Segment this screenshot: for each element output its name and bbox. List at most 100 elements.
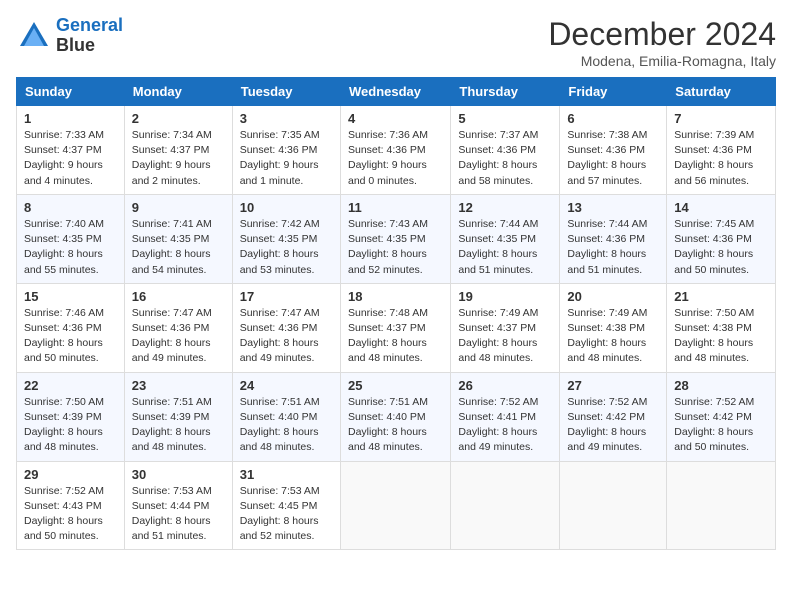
day-header-monday: Monday (124, 78, 232, 106)
day-info: Sunrise: 7:37 AM Sunset: 4:36 PM Dayligh… (458, 128, 552, 189)
day-header-thursday: Thursday (451, 78, 560, 106)
calendar-cell: 17 Sunrise: 7:47 AM Sunset: 4:36 PM Dayli… (232, 283, 340, 372)
calendar-cell: 2Sunrise: 7:34 AM Sunset: 4:37 PM Daylig… (124, 106, 232, 195)
day-number: 18 (348, 289, 443, 304)
day-number: 29 (24, 467, 117, 482)
day-header-saturday: Saturday (667, 78, 776, 106)
day-number: 6 (567, 111, 659, 126)
logo-icon (16, 18, 52, 54)
day-number: 22 (24, 378, 117, 393)
day-number: 11 (348, 200, 443, 215)
calendar-cell: 31Sunrise: 7:53 AM Sunset: 4:45 PM Dayli… (232, 461, 340, 550)
day-info: Sunrise: 7:33 AM Sunset: 4:37 PM Dayligh… (24, 128, 117, 189)
day-info: Sunrise: 7:51 AM Sunset: 4:40 PM Dayligh… (348, 395, 443, 456)
day-number: 3 (240, 111, 333, 126)
day-number: 8 (24, 200, 117, 215)
day-info: Sunrise: 7:43 AM Sunset: 4:35 PM Dayligh… (348, 217, 443, 278)
day-info: Sunrise: 7:38 AM Sunset: 4:36 PM Dayligh… (567, 128, 659, 189)
day-info: Sunrise: 7:51 AM Sunset: 4:40 PM Dayligh… (240, 395, 333, 456)
calendar-cell: 1 Sunrise: 7:33 AM Sunset: 4:37 PM Daylig… (17, 106, 125, 195)
day-number: 14 (674, 200, 768, 215)
day-number: 20 (567, 289, 659, 304)
day-number: 4 (348, 111, 443, 126)
calendar-cell: 20 Sunrise: 7:49 AM Sunset: 4:38 PM Dayli… (560, 283, 667, 372)
day-info: Sunrise: 7:47 AM Sunset: 4:36 PM Dayligh… (240, 306, 333, 367)
calendar-cell: 15 Sunrise: 7:46 AM Sunset: 4:36 PM Dayli… (17, 283, 125, 372)
day-info: Sunrise: 7:52 AM Sunset: 4:42 PM Dayligh… (674, 395, 768, 456)
day-info: Sunrise: 7:50 AM Sunset: 4:38 PM Dayligh… (674, 306, 768, 367)
day-number: 24 (240, 378, 333, 393)
calendar-cell: 11 Sunrise: 7:43 AM Sunset: 4:35 PM Dayli… (340, 194, 450, 283)
calendar-cell: 4 Sunrise: 7:36 AM Sunset: 4:36 PM Daylig… (340, 106, 450, 195)
day-info: Sunrise: 7:44 AM Sunset: 4:36 PM Dayligh… (567, 217, 659, 278)
calendar-week-row: 22 Sunrise: 7:50 AM Sunset: 4:39 PM Dayli… (17, 372, 776, 461)
day-number: 12 (458, 200, 552, 215)
day-number: 26 (458, 378, 552, 393)
day-info: Sunrise: 7:35 AM Sunset: 4:36 PM Dayligh… (240, 128, 333, 189)
calendar-header-row: SundayMondayTuesdayWednesdayThursdayFrid… (17, 78, 776, 106)
day-number: 10 (240, 200, 333, 215)
day-info: Sunrise: 7:40 AM Sunset: 4:35 PM Dayligh… (24, 217, 117, 278)
calendar-cell: 24 Sunrise: 7:51 AM Sunset: 4:40 PM Dayli… (232, 372, 340, 461)
calendar-cell: 22 Sunrise: 7:50 AM Sunset: 4:39 PM Dayli… (17, 372, 125, 461)
calendar-cell: 13 Sunrise: 7:44 AM Sunset: 4:36 PM Dayli… (560, 194, 667, 283)
calendar-cell: 28Sunrise: 7:52 AM Sunset: 4:42 PM Dayli… (667, 372, 776, 461)
day-info: Sunrise: 7:42 AM Sunset: 4:35 PM Dayligh… (240, 217, 333, 278)
day-info: Sunrise: 7:47 AM Sunset: 4:36 PM Dayligh… (132, 306, 225, 367)
calendar-cell: 5 Sunrise: 7:37 AM Sunset: 4:36 PM Daylig… (451, 106, 560, 195)
calendar-cell (451, 461, 560, 550)
day-info: Sunrise: 7:53 AM Sunset: 4:45 PM Dayligh… (240, 484, 333, 545)
day-number: 23 (132, 378, 225, 393)
calendar-cell: 25Sunrise: 7:51 AM Sunset: 4:40 PM Dayli… (340, 372, 450, 461)
logo: General Blue (16, 16, 123, 56)
calendar-cell: 10 Sunrise: 7:42 AM Sunset: 4:35 PM Dayli… (232, 194, 340, 283)
day-info: Sunrise: 7:41 AM Sunset: 4:35 PM Dayligh… (132, 217, 225, 278)
day-number: 21 (674, 289, 768, 304)
calendar-cell: 21 Sunrise: 7:50 AM Sunset: 4:38 PM Dayli… (667, 283, 776, 372)
calendar-week-row: 29Sunrise: 7:52 AM Sunset: 4:43 PM Dayli… (17, 461, 776, 550)
day-number: 17 (240, 289, 333, 304)
calendar-cell (560, 461, 667, 550)
day-info: Sunrise: 7:36 AM Sunset: 4:36 PM Dayligh… (348, 128, 443, 189)
day-info: Sunrise: 7:51 AM Sunset: 4:39 PM Dayligh… (132, 395, 225, 456)
day-info: Sunrise: 7:50 AM Sunset: 4:39 PM Dayligh… (24, 395, 117, 456)
day-info: Sunrise: 7:44 AM Sunset: 4:35 PM Dayligh… (458, 217, 552, 278)
day-number: 5 (458, 111, 552, 126)
day-number: 15 (24, 289, 117, 304)
day-header-friday: Friday (560, 78, 667, 106)
calendar-cell: 27 Sunrise: 7:52 AM Sunset: 4:42 PM Dayli… (560, 372, 667, 461)
day-number: 30 (132, 467, 225, 482)
calendar-cell: 18Sunrise: 7:48 AM Sunset: 4:37 PM Dayli… (340, 283, 450, 372)
calendar-week-row: 15 Sunrise: 7:46 AM Sunset: 4:36 PM Dayli… (17, 283, 776, 372)
day-header-wednesday: Wednesday (340, 78, 450, 106)
day-info: Sunrise: 7:49 AM Sunset: 4:38 PM Dayligh… (567, 306, 659, 367)
calendar-cell: 8 Sunrise: 7:40 AM Sunset: 4:35 PM Daylig… (17, 194, 125, 283)
calendar-table: SundayMondayTuesdayWednesdayThursdayFrid… (16, 77, 776, 550)
day-number: 2 (132, 111, 225, 126)
calendar-cell: 29Sunrise: 7:52 AM Sunset: 4:43 PM Dayli… (17, 461, 125, 550)
day-info: Sunrise: 7:52 AM Sunset: 4:41 PM Dayligh… (458, 395, 552, 456)
calendar-cell: 3 Sunrise: 7:35 AM Sunset: 4:36 PM Daylig… (232, 106, 340, 195)
calendar-cell: 12 Sunrise: 7:44 AM Sunset: 4:35 PM Dayli… (451, 194, 560, 283)
calendar-cell: 16 Sunrise: 7:47 AM Sunset: 4:36 PM Dayli… (124, 283, 232, 372)
day-header-sunday: Sunday (17, 78, 125, 106)
day-number: 16 (132, 289, 225, 304)
title-block: December 2024 Modena, Emilia-Romagna, It… (548, 16, 776, 69)
calendar-cell: 19Sunrise: 7:49 AM Sunset: 4:37 PM Dayli… (451, 283, 560, 372)
location-subtitle: Modena, Emilia-Romagna, Italy (548, 53, 776, 69)
day-info: Sunrise: 7:39 AM Sunset: 4:36 PM Dayligh… (674, 128, 768, 189)
calendar-cell (340, 461, 450, 550)
calendar-cell: 26 Sunrise: 7:52 AM Sunset: 4:41 PM Dayli… (451, 372, 560, 461)
calendar-cell: 6 Sunrise: 7:38 AM Sunset: 4:36 PM Daylig… (560, 106, 667, 195)
day-number: 27 (567, 378, 659, 393)
calendar-week-row: 8 Sunrise: 7:40 AM Sunset: 4:35 PM Daylig… (17, 194, 776, 283)
day-info: Sunrise: 7:52 AM Sunset: 4:42 PM Dayligh… (567, 395, 659, 456)
day-number: 13 (567, 200, 659, 215)
calendar-cell (667, 461, 776, 550)
calendar-body: 1 Sunrise: 7:33 AM Sunset: 4:37 PM Daylig… (17, 106, 776, 550)
calendar-cell: 9Sunrise: 7:41 AM Sunset: 4:35 PM Daylig… (124, 194, 232, 283)
day-info: Sunrise: 7:46 AM Sunset: 4:36 PM Dayligh… (24, 306, 117, 367)
day-number: 1 (24, 111, 117, 126)
calendar-cell: 14Sunrise: 7:45 AM Sunset: 4:36 PM Dayli… (667, 194, 776, 283)
calendar-week-row: 1 Sunrise: 7:33 AM Sunset: 4:37 PM Daylig… (17, 106, 776, 195)
